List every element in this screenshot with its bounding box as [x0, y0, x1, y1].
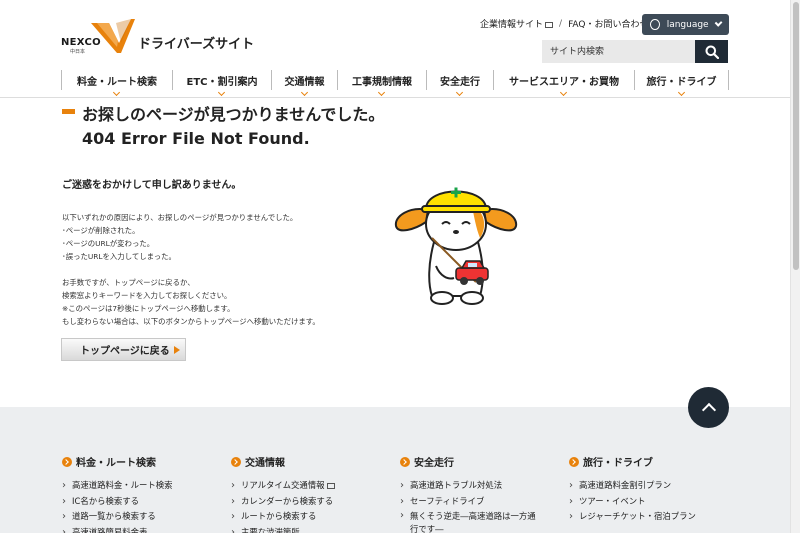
external-link-icon: [326, 482, 335, 489]
chevron-down-icon: [300, 88, 308, 97]
corporate-link[interactable]: 企業情報サイト: [480, 17, 554, 30]
footer-link[interactable]: レジャーチケット・宿泊プラン: [569, 509, 729, 525]
global-nav: 料金・ルート検索 ETC・割引案内 交通情報 工事規制情報 安全走行 サービスエ…: [61, 70, 729, 97]
footer-link[interactable]: IC名から検索する: [62, 494, 222, 510]
logo-sub: 中日本: [70, 49, 86, 55]
page-top-button[interactable]: [688, 387, 729, 428]
footer-link[interactable]: カレンダーから検索する: [231, 494, 391, 510]
chevron-down-icon: [677, 88, 685, 97]
arrow-circle-icon: [400, 456, 410, 467]
title-accent-bar: [62, 109, 75, 114]
arrow-circle-icon: [62, 456, 72, 467]
search-button[interactable]: [695, 40, 728, 63]
footer-column-safe-driving: 安全走行 高速道路トラブル対処法 セーフティドライブ 無くそう逆走―高速道路は一…: [400, 454, 540, 533]
top-links: 企業情報サイト / FAQ・お問い合わせ: [480, 17, 649, 31]
chevron-up-icon: [701, 402, 716, 418]
dog-mascot-icon: [394, 187, 518, 305]
nav-item-traffic[interactable]: 交通情報: [271, 70, 337, 97]
footer-column-fare-route: 料金・ルート検索 高速道路料金・ルート検索 IC名から検索する 道路一覧から検索…: [62, 454, 222, 533]
footer-heading[interactable]: 交通情報: [231, 454, 391, 469]
reasons-text: 以下いずれかの原因により、お探しのページが見つかりませんでした。 ･ページが削除…: [62, 213, 298, 261]
footer-link[interactable]: 高速道路簡易料金表: [62, 525, 222, 533]
instructions-text: お手数ですが、トップページに戻るか、 検索窓よりキーワードを入力してお探しくださ…: [62, 278, 320, 326]
site-name[interactable]: ドライバーズサイト: [138, 33, 254, 52]
footer-link[interactable]: 高速道路トラブル対処法: [400, 478, 540, 494]
page-title: お探しのページが見つかりませんでした。: [82, 105, 385, 124]
chevron-down-icon: [455, 88, 464, 97]
footer-link[interactable]: ルートから検索する: [231, 509, 391, 525]
chevron-down-icon: [217, 88, 226, 97]
scrollbar-thumb[interactable]: [793, 2, 799, 270]
header-divider: [0, 97, 790, 98]
footer-link[interactable]: 無くそう逆走―高速道路は一方通行です―: [400, 509, 540, 533]
language-button[interactable]: language: [642, 14, 729, 35]
footer-link[interactable]: 高速道路料金・ルート検索: [62, 478, 222, 494]
footer-heading[interactable]: 料金・ルート検索: [62, 454, 222, 469]
footer-heading[interactable]: 旅行・ドライブ: [569, 454, 729, 469]
back-to-top-page-button[interactable]: トップページに戻る: [61, 338, 186, 361]
language-label: language: [666, 19, 709, 30]
nav-item-fare-route[interactable]: 料金・ルート検索: [61, 70, 172, 97]
footer-column-traffic: 交通情報 リアルタイム交通情報 カレンダーから検索する ルートから検索する 主要…: [231, 454, 391, 533]
scrollbar[interactable]: [790, 0, 800, 533]
arrow-circle-icon: [569, 456, 579, 467]
footer-column-travel-drive: 旅行・ドライブ 高速道路料金割引プラン ツアー・イベント レジャーチケット・宿泊…: [569, 454, 729, 525]
arrow-right-icon: [174, 346, 180, 354]
nav-item-safe-driving[interactable]: 安全走行: [426, 70, 493, 97]
nav-item-etc-discount[interactable]: ETC・割引案内: [172, 70, 271, 97]
chevron-down-icon: [714, 18, 723, 27]
search-icon: [705, 45, 719, 59]
footer-link[interactable]: 高速道路料金割引プラン: [569, 478, 729, 494]
separator: /: [559, 18, 563, 29]
chevron-down-icon: [112, 88, 121, 97]
search-input[interactable]: [542, 40, 695, 63]
external-link-icon: [545, 21, 554, 28]
nav-item-construction[interactable]: 工事規制情報: [337, 70, 426, 97]
faq-link[interactable]: FAQ・お問い合わせ: [568, 17, 648, 30]
apology-text: ご迷惑をおかけして申し訳ありません。: [62, 180, 242, 191]
chevron-down-icon: [559, 88, 568, 97]
footer-heading[interactable]: 安全走行: [400, 454, 540, 469]
chevron-down-icon: [377, 88, 386, 97]
error-code-title: 404 Error File Not Found.: [82, 129, 310, 148]
footer-link[interactable]: 主要な渋滞箇所: [231, 525, 391, 533]
footer-link[interactable]: 道路一覧から検索する: [62, 509, 222, 525]
globe-icon: [650, 19, 660, 30]
nav-item-travel-drive[interactable]: 旅行・ドライブ: [634, 70, 729, 97]
footer-link[interactable]: リアルタイム交通情報: [231, 478, 391, 494]
logo-text: NEXCO: [61, 37, 101, 48]
arrow-circle-icon: [231, 456, 241, 467]
page: NEXCO 中日本 ドライバーズサイト 企業情報サイト / FAQ・お問い合わせ…: [0, 0, 790, 533]
footer-link[interactable]: ツアー・イベント: [569, 494, 729, 510]
footer-link[interactable]: セーフティドライブ: [400, 494, 540, 510]
nav-item-service-area[interactable]: サービスエリア・お買物: [493, 70, 634, 97]
